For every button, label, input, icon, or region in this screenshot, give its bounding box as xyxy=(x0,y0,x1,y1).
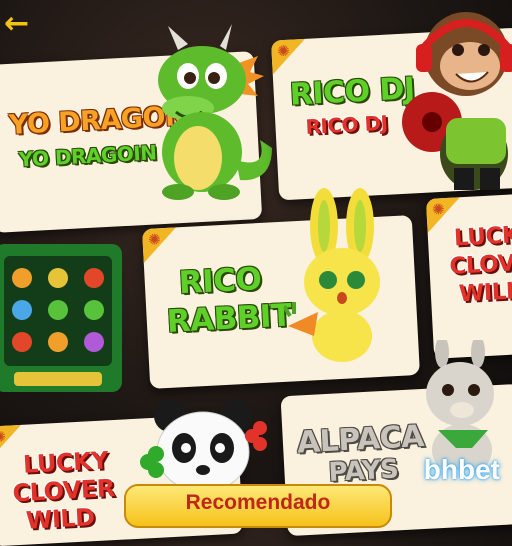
game-title-line1: LUCKY xyxy=(453,221,512,252)
sun-badge-icon: ✺ xyxy=(431,200,446,219)
game-title-line2: CLOVER xyxy=(11,474,116,508)
game-title-line3: WILD xyxy=(25,503,96,535)
game-title-line1: LUCKY xyxy=(22,446,109,479)
game-subtitle: RICO DJ xyxy=(304,110,389,139)
brand-logo: bhbet xyxy=(423,454,500,485)
dragon-character xyxy=(158,24,272,200)
game-card-lucky-clover-right[interactable]: ✺ LUCKY CLOVER WILL xyxy=(425,193,512,359)
sun-badge-icon: ✺ xyxy=(276,41,291,61)
sun-badge-icon: ✺ xyxy=(0,427,7,447)
game-title-line2: RABBIT xyxy=(165,297,293,340)
back-arrow-icon[interactable]: ← xyxy=(4,9,34,40)
alpaca-character xyxy=(426,340,494,470)
game-title-line1: ALPACA xyxy=(296,418,425,461)
sun-badge-icon: ✺ xyxy=(147,230,162,249)
game-title-line3: WILL xyxy=(458,278,512,308)
game-title-line2: PAYS xyxy=(327,454,400,488)
monkey-dj-character xyxy=(402,12,512,190)
recommend-button[interactable]: Recomendado xyxy=(124,484,392,528)
game-title-line1: RICO xyxy=(177,261,263,302)
slot-machine-icon xyxy=(0,244,122,392)
game-subtitle: YO DRAGOIN xyxy=(18,140,158,172)
game-title-line2: CLOVER xyxy=(448,248,512,280)
rabbit-character xyxy=(284,188,380,362)
